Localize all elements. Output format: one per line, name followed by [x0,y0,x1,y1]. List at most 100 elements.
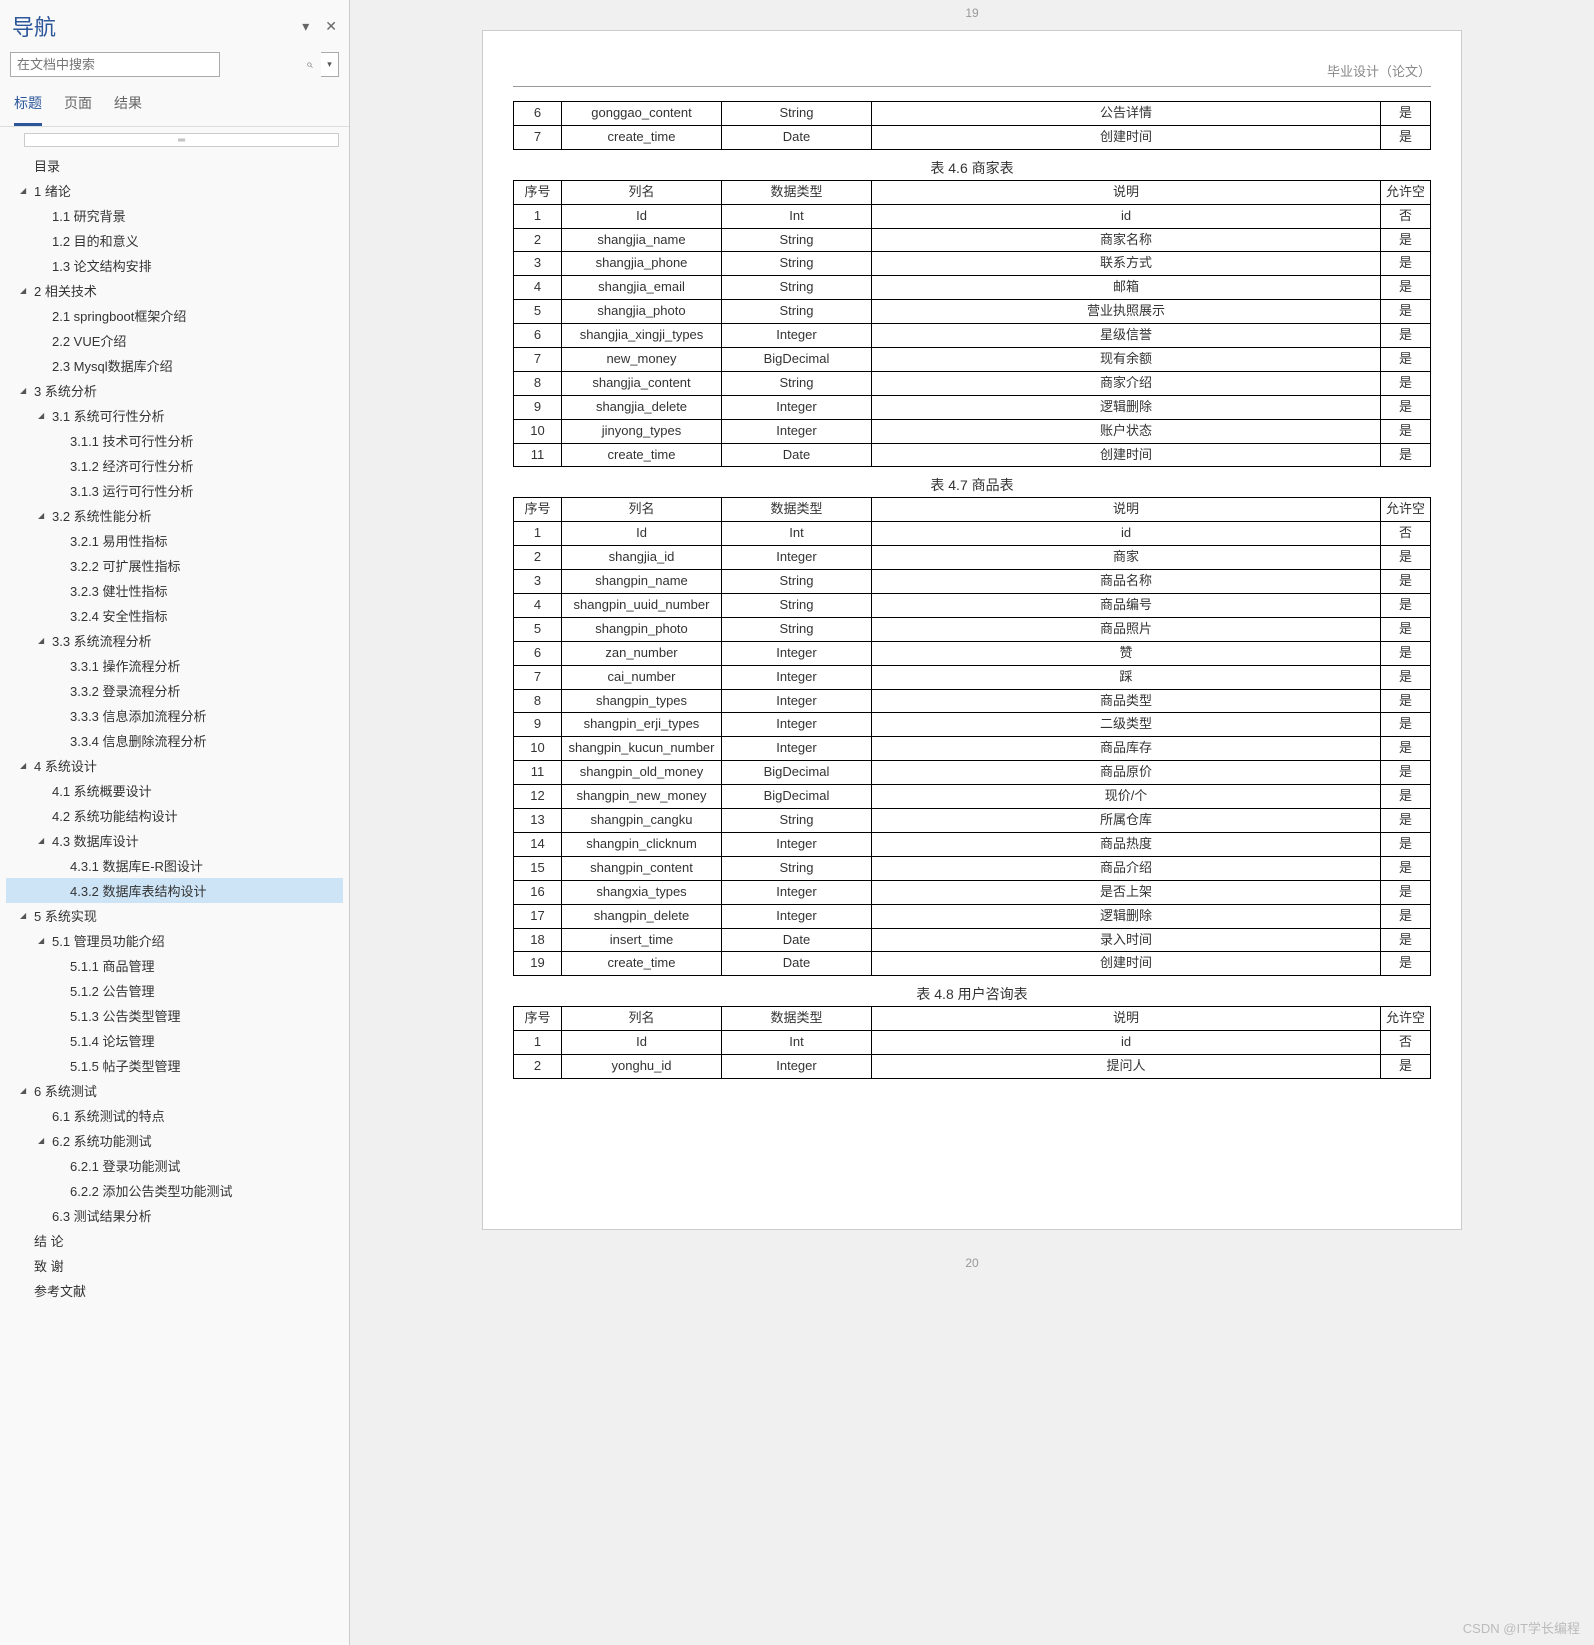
chevron-down-icon[interactable] [38,835,52,846]
outline-item[interactable]: 结 论 [6,1228,343,1253]
table-cell: 12 [514,785,562,809]
table-cell: Integer [722,1055,872,1079]
outline-item[interactable]: 3.1.1 技术可行性分析 [6,428,343,453]
outline-item[interactable]: 目录 [6,153,343,178]
table-header-row: 序号列名数据类型说明允许空 [514,180,1431,204]
nav-splitter[interactable]: ═ [24,133,339,147]
table-cell: 是 [1381,371,1431,395]
table-cell: Integer [722,832,872,856]
table-cell: 是 [1381,395,1431,419]
outline-item[interactable]: 5.1.1 商品管理 [6,953,343,978]
tab-pages[interactable]: 页面 [64,85,92,126]
outline-item[interactable]: 3.2.4 安全性指标 [6,603,343,628]
table-row: 1IdIntid否 [514,522,1431,546]
table-cell: 商家名称 [872,228,1381,252]
outline-item[interactable]: 5.1.4 论坛管理 [6,1028,343,1053]
outline-item[interactable]: 3.2.3 健壮性指标 [6,578,343,603]
chevron-down-icon[interactable] [20,285,34,296]
outline-item[interactable]: 5 系统实现 [6,903,343,928]
search-input[interactable] [10,52,220,77]
outline-tree[interactable]: 目录1 绪论1.1 研究背景1.2 目的和意义1.3 论文结构安排2 相关技术2… [0,151,349,1645]
outline-item[interactable]: 2.3 Mysql数据库介绍 [6,353,343,378]
table-cell: Int [722,522,872,546]
table-cell: 是 [1381,546,1431,570]
table-cell: shangjia_xingji_types [562,324,722,348]
table-header-cell: 说明 [872,180,1381,204]
table-cell: 是 [1381,125,1431,149]
outline-item[interactable]: 3.1.2 经济可行性分析 [6,453,343,478]
outline-label: 3.1.2 经济可行性分析 [70,456,194,475]
outline-item[interactable]: 4.1 系统概要设计 [6,778,343,803]
outline-item[interactable]: 参考文献 [6,1278,343,1303]
outline-item[interactable]: 3.1 系统可行性分析 [6,403,343,428]
outline-item[interactable]: 6.2.1 登录功能测试 [6,1153,343,1178]
outline-item[interactable]: 5.1.3 公告类型管理 [6,1003,343,1028]
chevron-down-icon[interactable] [38,510,52,521]
table-cell: 赞 [872,641,1381,665]
chevron-down-icon[interactable] [20,760,34,771]
chevron-down-icon[interactable] [38,635,52,646]
table-cell: 11 [514,761,562,785]
outline-item[interactable]: 4.2 系统功能结构设计 [6,803,343,828]
outline-item[interactable]: 1.1 研究背景 [6,203,343,228]
chevron-down-icon[interactable] [38,410,52,421]
table-cell: 是 [1381,856,1431,880]
outline-item[interactable]: 致 谢 [6,1253,343,1278]
table-cell: 逻辑删除 [872,395,1381,419]
outline-item[interactable]: 4.3.2 数据库表结构设计 [6,878,343,903]
outline-item[interactable]: 3.1.3 运行可行性分析 [6,478,343,503]
chevron-down-icon[interactable] [20,385,34,396]
chevron-down-icon[interactable] [20,910,34,921]
tab-results[interactable]: 结果 [114,85,142,126]
chevron-down-icon[interactable] [38,1135,52,1146]
dropdown-icon[interactable]: ▾ [302,18,309,35]
table-cell: Integer [722,713,872,737]
outline-item[interactable]: 6 系统测试 [6,1078,343,1103]
outline-item[interactable]: 4.3 数据库设计 [6,828,343,853]
outline-label: 5.1.5 帖子类型管理 [70,1056,181,1075]
outline-item[interactable]: 1.3 论文结构安排 [6,253,343,278]
outline-item[interactable]: 1 绪论 [6,178,343,203]
outline-item[interactable]: 2.1 springboot框架介绍 [6,303,343,328]
outline-label: 3.3.2 登录流程分析 [70,681,181,700]
outline-item[interactable]: 3.3.4 信息删除流程分析 [6,728,343,753]
document-area[interactable]: 19 毕业设计（论文） 6gonggao_contentString公告详情是7… [350,0,1594,1645]
table-cell: shangpin_content [562,856,722,880]
outline-item[interactable]: 3.2 系统性能分析 [6,503,343,528]
search-icon[interactable]: ⌕ [306,57,313,72]
outline-item[interactable]: 2 相关技术 [6,278,343,303]
table-cell: Date [722,443,872,467]
outline-label: 6 系统测试 [34,1081,97,1100]
tab-headings[interactable]: 标题 [14,85,42,126]
table-cell: 是 [1381,617,1431,641]
table-cell: 10 [514,737,562,761]
outline-item[interactable]: 5.1 管理员功能介绍 [6,928,343,953]
outline-item[interactable]: 3 系统分析 [6,378,343,403]
table-cell: shangpin_erji_types [562,713,722,737]
outline-item[interactable]: 2.2 VUE介绍 [6,328,343,353]
chevron-down-icon[interactable] [20,185,34,196]
search-options-button[interactable]: ▾ [321,52,339,77]
outline-item[interactable]: 3.2.2 可扩展性指标 [6,553,343,578]
table-cell: 踩 [872,665,1381,689]
outline-item[interactable]: 6.2 系统功能测试 [6,1128,343,1153]
chevron-down-icon[interactable] [20,1085,34,1096]
outline-item[interactable]: 3.3.2 登录流程分析 [6,678,343,703]
outline-item[interactable]: 3.3 系统流程分析 [6,628,343,653]
table-cell: 是 [1381,713,1431,737]
outline-item[interactable]: 3.2.1 易用性指标 [6,528,343,553]
chevron-down-icon[interactable] [38,935,52,946]
outline-item[interactable]: 3.3.1 操作流程分析 [6,653,343,678]
outline-item[interactable]: 3.3.3 信息添加流程分析 [6,703,343,728]
outline-item[interactable]: 5.1.5 帖子类型管理 [6,1053,343,1078]
outline-item[interactable]: 6.3 测试结果分析 [6,1203,343,1228]
outline-item[interactable]: 4 系统设计 [6,753,343,778]
outline-item[interactable]: 1.2 目的和意义 [6,228,343,253]
table-cell: create_time [562,125,722,149]
outline-item[interactable]: 6.1 系统测试的特点 [6,1103,343,1128]
close-icon[interactable]: ✕ [325,18,337,35]
outline-item[interactable]: 5.1.2 公告管理 [6,978,343,1003]
outline-item[interactable]: 4.3.1 数据库E-R图设计 [6,853,343,878]
outline-item[interactable]: 6.2.2 添加公告类型功能测试 [6,1178,343,1203]
outline-label: 4.1 系统概要设计 [52,781,152,800]
